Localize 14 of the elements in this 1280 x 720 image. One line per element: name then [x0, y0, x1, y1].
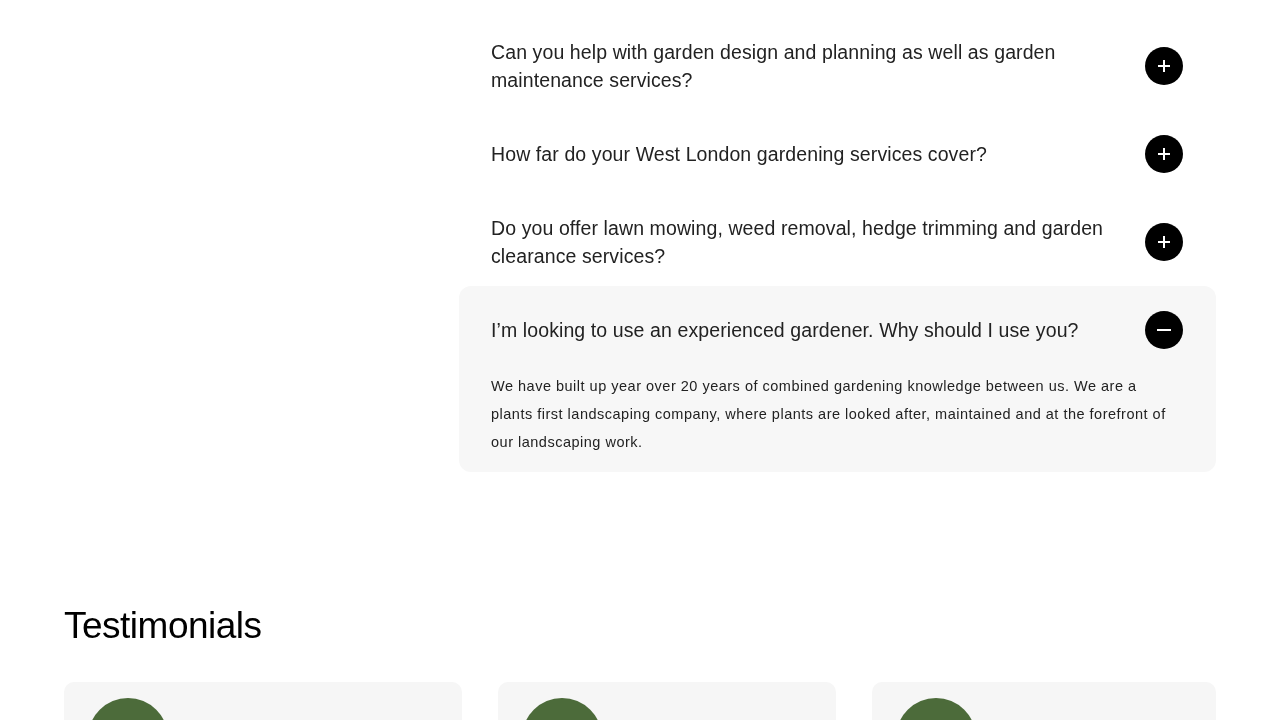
toggle-button[interactable]: [1145, 311, 1183, 349]
toggle-button[interactable]: [1145, 223, 1183, 261]
faq-question[interactable]: I’m looking to use an experienced gardener. Why should I use you?: [491, 316, 1079, 344]
faq-question[interactable]: Do you offer lawn mowing, weed removal, hedge trimming and garden clearance services?: [491, 214, 1137, 270]
toggle-button[interactable]: [1145, 135, 1183, 173]
section-heading: Testimonials: [64, 604, 263, 648]
toggle-button[interactable]: [1145, 47, 1183, 85]
plus-icon: [1156, 146, 1172, 162]
minus-icon: [1157, 329, 1171, 331]
faq-question[interactable]: How far do your West London gardening services cover?: [491, 140, 987, 168]
faq-answer: We have built up year over 20 years of combined gardening knowledge between us. We are a plants first landscaping company, where plants are looked after, maintained and at the forefront of our landscaping work.: [491, 377, 1167, 452]
faq-question[interactable]: Can you help with garden design and planning as well as garden maintenance services?: [491, 38, 1137, 94]
plus-icon: [1156, 58, 1172, 74]
plus-icon: [1156, 234, 1172, 250]
